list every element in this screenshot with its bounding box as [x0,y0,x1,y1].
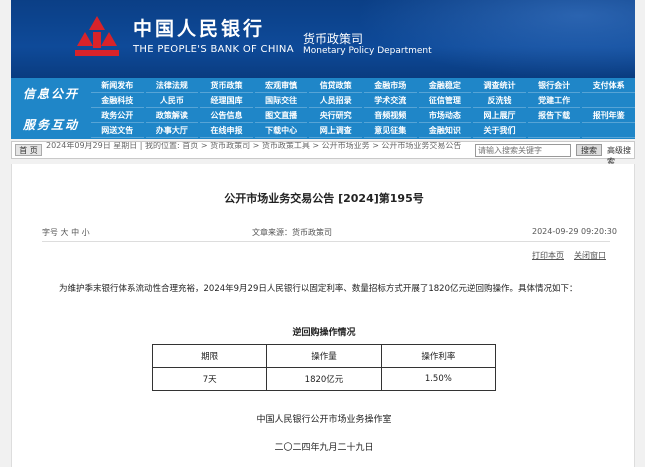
nav-item [582,93,635,108]
table-cell: 1.50% [380,367,497,391]
table-header-cell: 操作量 [266,344,382,368]
header-decoration [355,0,635,78]
nav-item[interactable]: 支付体系 [582,78,635,93]
nav-item[interactable]: 报刊年鉴 [582,108,635,123]
nav-item[interactable]: 网上展厅 [473,108,526,123]
nav-item[interactable]: 下载中心 [254,123,308,138]
nav-item[interactable]: 银行会计 [527,78,581,93]
nav-item[interactable]: 政务公开 [91,108,144,123]
nav-item [527,123,581,138]
nav-item[interactable]: 报告下载 [527,108,581,123]
nav-item[interactable]: 金融市场 [363,78,417,93]
article-content: 公开市场业务交易公告 [2024]第195号 字号 大 中 小 文章来源：货币政… [11,164,635,467]
nav-item[interactable]: 调查统计 [473,78,526,93]
nav-item[interactable]: 法律法规 [145,78,199,93]
nav-item[interactable]: 人民币 [145,93,199,108]
close-window-link[interactable]: 关闭窗口 [574,250,606,261]
nav-section-info: 信息公开 [22,86,79,101]
table-header-cell: 操作利率 [380,344,497,368]
home-button[interactable]: 首 页 [15,144,42,156]
nav-item[interactable]: 货币政策 [200,78,253,93]
table-title: 逆回购操作情况 [292,328,356,338]
table-cell: 1820亿元 [266,367,382,391]
nav-item[interactable]: 国际交往 [254,93,308,108]
pboc-logo-icon[interactable] [71,14,123,62]
table-cell: 7天 [151,367,268,391]
signature-date: 二〇二四年九月二十九日 [274,443,374,453]
article-body: 为维护季末银行体系流动性合理充裕，2024年9月29日人民银行以固定利率、数量招… [59,284,578,294]
table-header-row: 期限 操作量 操作利率 [151,344,497,368]
nav-item[interactable]: 人员招录 [309,93,362,108]
nav-grid: 新闻发布 法律法规 货币政策 宏观审慎 信贷政策 金融市场 金融稳定 调查统计 银行会计 支付体系… [91,78,635,139]
bank-name-en: THE PEOPLE'S BANK OF CHINA [133,44,294,55]
nav-item[interactable]: 反洗钱 [473,93,526,108]
nav-item[interactable]: 政策解读 [145,108,199,123]
nav-item[interactable]: 在线申报 [200,123,253,138]
nav-item[interactable]: 音频视频 [363,108,417,123]
font-size-selector[interactable]: 字号 大 中 小 [42,227,90,238]
search-input[interactable] [475,144,571,157]
breadcrumb: 2024年09月29日 星期日 | 我的位置: 首页 > 货币政策司 > 货币政… [46,142,462,150]
divider [42,241,610,242]
breadcrumb-bar: 首 页 2024年09月29日 星期日 | 我的位置: 首页 > 货币政策司 >… [11,141,635,166]
nav-item[interactable]: 网上调查 [309,123,362,138]
article-source: 文章来源：货币政策司 [252,228,332,237]
nav-item[interactable]: 公告信息 [200,108,253,123]
nav-item [582,123,635,138]
print-link[interactable]: 打印本页 [532,250,564,261]
nav-item[interactable]: 金融稳定 [418,78,472,93]
search-button[interactable]: 搜索 [576,144,602,156]
nav-item[interactable]: 经理国库 [200,93,253,108]
nav-item[interactable]: 征信管理 [418,93,472,108]
nav-item[interactable]: 宏观审慎 [254,78,308,93]
table-row: 7天 1820亿元 1.50% [151,367,497,391]
nav-item[interactable]: 党建工作 [527,93,581,108]
nav-item[interactable]: 新闻发布 [91,78,144,93]
department-name-cn: 货币政策司 [303,32,364,46]
table-header-cell: 期限 [151,344,268,368]
nav-item[interactable]: 意见征集 [363,123,417,138]
signature: 中国人民银行公开市场业务操作室 [256,415,392,425]
nav-item[interactable]: 图文直播 [254,108,308,123]
nav-item[interactable]: 金融知识 [418,123,472,138]
nav-item[interactable]: 学术交流 [363,93,417,108]
main-navigation: 信息公开 服务互动 新闻发布 法律法规 货币政策 宏观审慎 信贷政策 金融市场 金融稳定 调查… [11,78,635,139]
nav-item[interactable]: 央行研究 [309,108,362,123]
reverse-repo-table: 期限 操作量 操作利率 7天 1820亿元 1.50% [151,344,497,391]
department-name-en: Monetary Policy Department [303,46,432,56]
nav-item[interactable]: 办事大厅 [145,123,199,138]
bank-name-cn[interactable]: 中国人民银行 [133,14,265,41]
nav-item[interactable]: 网送文告 [91,123,144,138]
nav-item[interactable]: 市场动态 [418,108,472,123]
nav-section-service: 服务互动 [22,117,79,132]
nav-item[interactable]: 信贷政策 [309,78,362,93]
nav-item[interactable]: 金融科技 [91,93,144,108]
site-header: 中国人民银行 THE PEOPLE'S BANK OF CHINA 货币政策司 … [11,0,635,78]
article-datetime: 2024-09-29 09:20:30 [532,227,617,236]
article-title: 公开市场业务交易公告 [2024]第195号 [224,192,424,205]
nav-item[interactable]: 关于我们 [473,123,526,138]
